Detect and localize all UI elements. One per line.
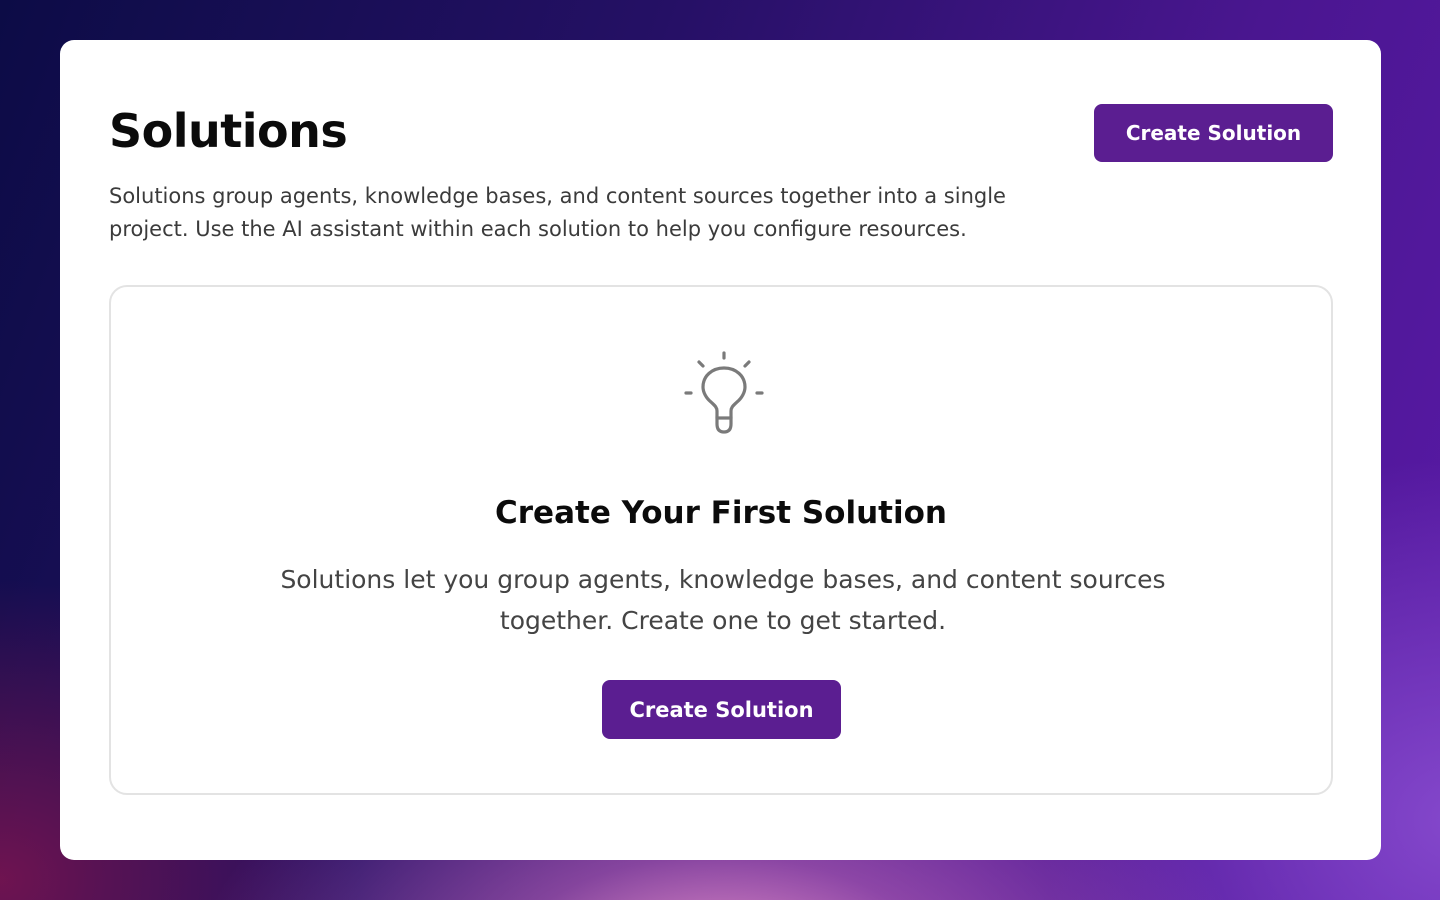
empty-state-create-solution-button[interactable]: Create Solution bbox=[602, 680, 841, 739]
empty-state-text: Solutions let you group agents, knowledg… bbox=[280, 565, 1166, 635]
create-solution-button[interactable]: Create Solution bbox=[1094, 104, 1333, 162]
empty-state-title: Create Your First Solution bbox=[495, 495, 947, 531]
page-description: Solutions group agents, knowledge bases,… bbox=[109, 184, 1006, 241]
empty-state-card: Create Your First Solution Solutions let… bbox=[109, 285, 1333, 795]
solutions-panel: Solutions Create Solution Solutions grou… bbox=[60, 40, 1381, 860]
lightbulb-icon bbox=[684, 351, 764, 434]
page-title: Solutions bbox=[109, 104, 348, 158]
